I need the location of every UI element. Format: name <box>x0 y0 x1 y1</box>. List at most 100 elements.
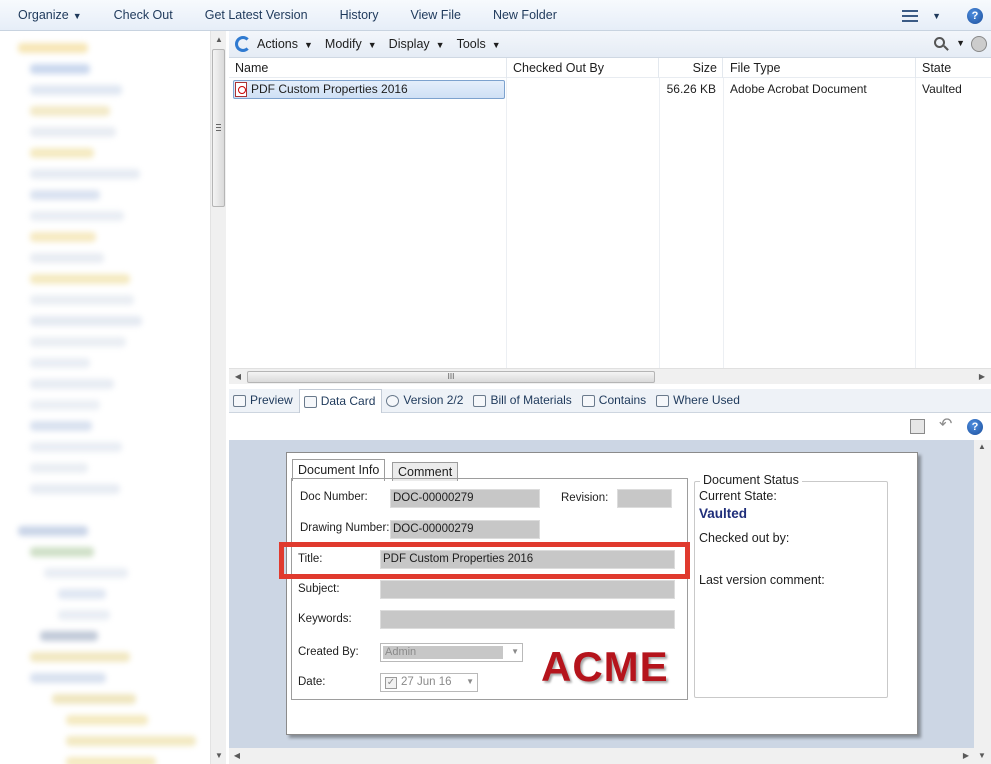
tree-item[interactable] <box>30 358 90 368</box>
search-icon[interactable] <box>934 37 945 48</box>
tree-item[interactable] <box>30 400 100 410</box>
tree-item[interactable] <box>44 568 128 578</box>
tab-preview[interactable]: Preview <box>229 389 299 412</box>
tree-scrollbar[interactable]: ▲ ▼ <box>210 31 226 764</box>
tab-contains[interactable]: Contains <box>578 389 652 412</box>
tab-where-used[interactable]: Where Used <box>652 389 746 412</box>
actions-menu[interactable]: Actions ▼ <box>257 37 313 51</box>
scroll-right-icon[interactable]: ▶ <box>975 372 989 381</box>
chevron-down-icon: ▼ <box>511 647 519 656</box>
tree-item[interactable] <box>30 295 134 305</box>
tree-item[interactable] <box>30 148 94 158</box>
folder-tree[interactable] <box>0 31 210 764</box>
tree-item[interactable] <box>66 715 148 725</box>
tree-scroll-thumb[interactable] <box>212 49 225 207</box>
version-icon <box>386 394 400 407</box>
display-menu[interactable]: Display ▼ <box>389 37 445 51</box>
view-options-icon[interactable] <box>902 9 920 23</box>
tree-item[interactable] <box>30 463 88 473</box>
view-file-button[interactable]: View File <box>393 0 475 31</box>
history-button[interactable]: History <box>323 0 394 31</box>
doc-number-field[interactable]: DOC-00000279 <box>390 489 540 508</box>
created-by-label: Created By: <box>298 646 359 658</box>
tree-item[interactable] <box>30 232 96 242</box>
view-chevron-down-icon[interactable]: ▼ <box>932 11 941 21</box>
actions-label: Actions <box>257 37 298 51</box>
card-vertical-scrollbar[interactable]: ▲ ▼ <box>974 440 991 764</box>
scroll-down-icon[interactable]: ▼ <box>975 751 989 760</box>
new-folder-button[interactable]: New Folder <box>476 0 572 31</box>
tree-item[interactable] <box>30 274 130 284</box>
date-label: Date: <box>298 676 326 688</box>
tree-item[interactable] <box>30 211 124 221</box>
tree-item[interactable] <box>30 337 126 347</box>
date-checkbox[interactable]: ✓ <box>385 677 397 689</box>
search-chevron-down-icon[interactable]: ▼ <box>956 38 965 48</box>
tree-item[interactable] <box>52 694 136 704</box>
column-header-checked-out-by[interactable]: Checked Out By <box>513 58 659 78</box>
column-header-size[interactable]: Size <box>659 58 723 78</box>
tab-data-card[interactable]: Data Card <box>298 389 383 413</box>
tools-menu[interactable]: Tools ▼ <box>457 37 501 51</box>
tree-item[interactable] <box>30 652 130 662</box>
revision-field[interactable] <box>617 489 672 508</box>
revision-label: Revision: <box>561 492 609 504</box>
keywords-field[interactable] <box>380 610 675 629</box>
tree-item[interactable] <box>30 421 92 431</box>
tree-item[interactable] <box>30 127 116 137</box>
tree-item[interactable] <box>30 442 122 452</box>
column-header-name[interactable]: Name <box>235 58 507 78</box>
acme-logo: ACME <box>541 643 669 690</box>
tree-item[interactable] <box>30 316 142 326</box>
subject-field[interactable] <box>380 580 675 599</box>
tree-item[interactable] <box>30 64 90 74</box>
column-header-state[interactable]: State <box>922 58 991 78</box>
tree-item[interactable] <box>18 526 88 536</box>
tree-item[interactable] <box>30 169 140 179</box>
created-by-select[interactable]: Admin ▼ <box>380 643 523 662</box>
tree-item[interactable] <box>30 379 114 389</box>
scroll-down-icon[interactable]: ▼ <box>212 751 226 760</box>
column-header-file-type[interactable]: File Type <box>730 58 916 78</box>
help-icon[interactable]: ? <box>967 7 983 24</box>
tree-item[interactable] <box>30 190 100 200</box>
tab-bill-of-materials[interactable]: Bill of Materials <box>469 389 577 412</box>
created-by-value: Admin <box>383 646 503 659</box>
scroll-up-icon[interactable]: ▲ <box>975 442 989 451</box>
tree-item[interactable] <box>30 253 104 263</box>
tree-item[interactable] <box>30 85 122 95</box>
scroll-right-icon[interactable]: ▶ <box>959 751 973 760</box>
tree-item[interactable] <box>58 589 106 599</box>
list-horizontal-scrollbar[interactable]: ◀ III ▶ <box>229 368 991 384</box>
tree-item[interactable] <box>30 106 110 116</box>
save-icon[interactable] <box>910 419 925 434</box>
undo-icon[interactable]: ↶ <box>939 417 955 433</box>
card-toolbar: ↶ ? <box>229 413 991 440</box>
modify-menu[interactable]: Modify ▼ <box>325 37 377 51</box>
find-icon[interactable] <box>971 36 987 52</box>
scroll-up-icon[interactable]: ▲ <box>212 35 226 44</box>
date-picker[interactable]: ✓ 27 Jun 16 ▼ <box>380 673 478 692</box>
check-out-button[interactable]: Check Out <box>97 0 188 31</box>
refresh-icon[interactable] <box>235 36 251 52</box>
scroll-left-icon[interactable]: ◀ <box>230 751 244 760</box>
card-horizontal-scrollbar[interactable]: ◀ ▶ <box>229 748 974 764</box>
tree-item[interactable] <box>40 631 98 641</box>
scroll-left-icon[interactable]: ◀ <box>231 372 245 381</box>
list-scroll-thumb[interactable]: III <box>247 371 655 383</box>
tree-item[interactable] <box>18 43 88 53</box>
tree-item[interactable] <box>58 610 110 620</box>
tree-item[interactable] <box>66 757 156 764</box>
tree-item[interactable] <box>30 547 94 557</box>
tree-item[interactable] <box>30 484 120 494</box>
tree-item[interactable] <box>66 736 196 746</box>
drawing-number-label: Drawing Number: <box>300 522 390 534</box>
tab-version[interactable]: Version 2/2 <box>382 389 469 412</box>
get-latest-version-button[interactable]: Get Latest Version <box>188 0 323 31</box>
drawing-number-field[interactable]: DOC-00000279 <box>390 520 540 539</box>
date-value: 27 Jun 16 <box>401 676 452 688</box>
file-name[interactable]: PDF Custom Properties 2016 <box>251 79 408 99</box>
organize-menu[interactable]: Organize ▼ <box>0 0 97 31</box>
help-icon[interactable]: ? <box>967 419 983 435</box>
tree-item[interactable] <box>30 673 106 683</box>
